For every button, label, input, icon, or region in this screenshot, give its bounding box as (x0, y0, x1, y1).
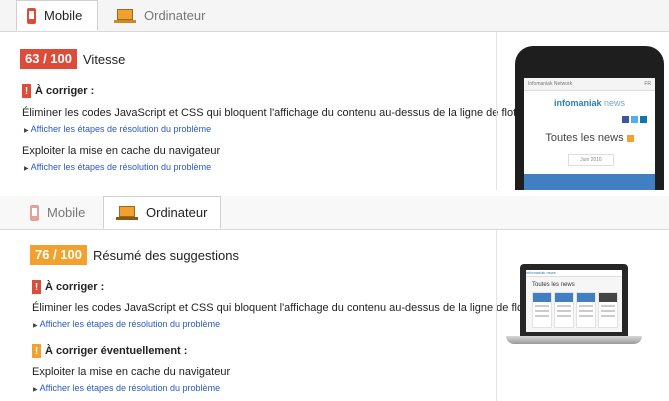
show-steps-link[interactable]: ▶ Afficher les étapes de résolution du pr… (33, 383, 220, 393)
preview-headline: Toutes les news (524, 132, 655, 144)
laptop-icon (114, 8, 136, 24)
preview-logo: infomaniak news (553, 98, 626, 108)
tab-label: Mobile (44, 8, 83, 23)
device-tabbar: Mobile Ordinateur (0, 0, 669, 32)
rule-text: Exploiter la mise en cache du navigateur (32, 366, 231, 378)
preview-card (532, 292, 552, 328)
section-heading-fix: ! À corriger : (22, 84, 94, 98)
panel-divider (496, 32, 497, 190)
link-label[interactable]: Afficher les étapes de résolution du pro… (40, 319, 220, 329)
laptop-screen: infomaniak news Toutes les news (526, 270, 622, 332)
section-heading-label: À corriger éventuellement : (45, 345, 188, 357)
social-icons (622, 116, 647, 123)
preview-network-label: Infomaniak Network (528, 81, 573, 87)
score-block: 76 / 100 Résumé des suggestions (30, 245, 239, 265)
mobile-preview-phone: Infomaniak Network FR infomaniak news To… (515, 46, 664, 190)
link-label[interactable]: Afficher les étapes de résolution du pro… (31, 124, 211, 134)
section-heading-fix: ! À corriger : (32, 280, 104, 294)
warning-icon: ! (22, 84, 31, 98)
results-content: 63 / 100 Vitesse ! À corriger : Éliminer… (0, 32, 546, 190)
facebook-icon (622, 116, 629, 123)
rule-text: Exploiter la mise en cache du navigateur (22, 145, 221, 157)
preview-lang-label: FR (644, 81, 651, 87)
section-heading-label: À corriger : (35, 85, 95, 97)
rule-text: Éliminer les codes JavaScript et CSS qui… (32, 302, 556, 314)
preview-date: Juin 2016 (568, 154, 614, 166)
caret-right-icon: ▶ (33, 323, 38, 329)
rule-text: Éliminer les codes JavaScript et CSS qui… (22, 107, 546, 119)
laptop-base (506, 336, 642, 344)
laptop-icon (116, 205, 138, 221)
show-steps-link[interactable]: ▶ Afficher les étapes de résolution du pr… (24, 162, 211, 172)
phone-screen: Infomaniak Network FR infomaniak news To… (524, 78, 655, 190)
score-badge: 76 / 100 (30, 245, 87, 265)
caret-right-icon: ▶ (24, 166, 29, 172)
score-block: 63 / 100 Vitesse (20, 49, 125, 69)
tab-ordinateur[interactable]: Ordinateur (110, 0, 220, 31)
tab-ordinateur[interactable]: Ordinateur (103, 196, 221, 229)
caret-right-icon: ▶ (33, 387, 38, 393)
tab-mobile[interactable]: Mobile (16, 0, 98, 31)
desktop-preview-laptop: infomaniak news Toutes les news (520, 264, 628, 336)
score-title: Vitesse (83, 51, 126, 67)
section-heading-label: À corriger : (45, 281, 105, 293)
section-heading-consider: ! À corriger éventuellement : (32, 344, 187, 358)
linkedin-icon (640, 116, 647, 123)
preview-card (554, 292, 574, 328)
show-steps-link[interactable]: ▶ Afficher les étapes de résolution du pr… (33, 319, 220, 329)
preview-card (576, 292, 596, 328)
preview-logo: infomaniak news (526, 270, 622, 277)
link-label[interactable]: Afficher les étapes de résolution du pro… (31, 162, 211, 172)
phone-icon (27, 7, 36, 24)
results-content: 76 / 100 Résumé des suggestions ! À corr… (0, 230, 556, 401)
link-label[interactable]: Afficher les étapes de résolution du pro… (40, 383, 220, 393)
mobile-results-panel: Mobile Ordinateur 63 / 100 Vitesse ! À c… (0, 0, 669, 190)
panel-divider (496, 230, 497, 401)
preview-banner (524, 174, 655, 190)
warning-icon: ! (32, 280, 41, 294)
warning-icon: ! (32, 344, 41, 358)
score-title: Résumé des suggestions (93, 247, 239, 263)
show-steps-link[interactable]: ▶ Afficher les étapes de résolution du pr… (24, 124, 211, 134)
device-tabbar: Mobile Ordinateur (0, 196, 669, 230)
preview-headline: Toutes les news (532, 282, 575, 288)
twitter-icon (631, 116, 638, 123)
tab-label: Ordinateur (146, 205, 208, 220)
tab-label: Ordinateur (144, 8, 206, 23)
rss-icon (626, 134, 634, 142)
preview-topbar: Infomaniak Network FR (524, 78, 655, 91)
score-badge: 63 / 100 (20, 49, 77, 69)
phone-icon (30, 204, 39, 221)
tab-mobile[interactable]: Mobile (20, 196, 100, 229)
preview-card (598, 292, 618, 328)
tab-label: Mobile (47, 205, 86, 220)
caret-right-icon: ▶ (24, 128, 29, 134)
